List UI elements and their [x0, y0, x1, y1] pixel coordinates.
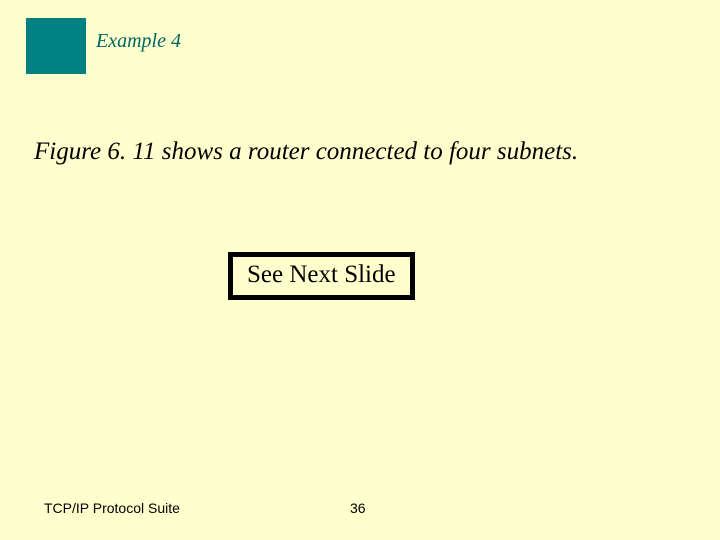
accent-block	[26, 18, 86, 74]
example-label: Example 4	[96, 30, 181, 53]
figure-caption: Figure 6. 11 shows a router connected to…	[34, 138, 578, 166]
footer-page-number: 36	[350, 500, 366, 516]
see-next-slide-box: See Next Slide	[228, 252, 415, 300]
footer-title: TCP/IP Protocol Suite	[44, 500, 180, 516]
see-next-slide-text: See Next Slide	[247, 261, 396, 288]
